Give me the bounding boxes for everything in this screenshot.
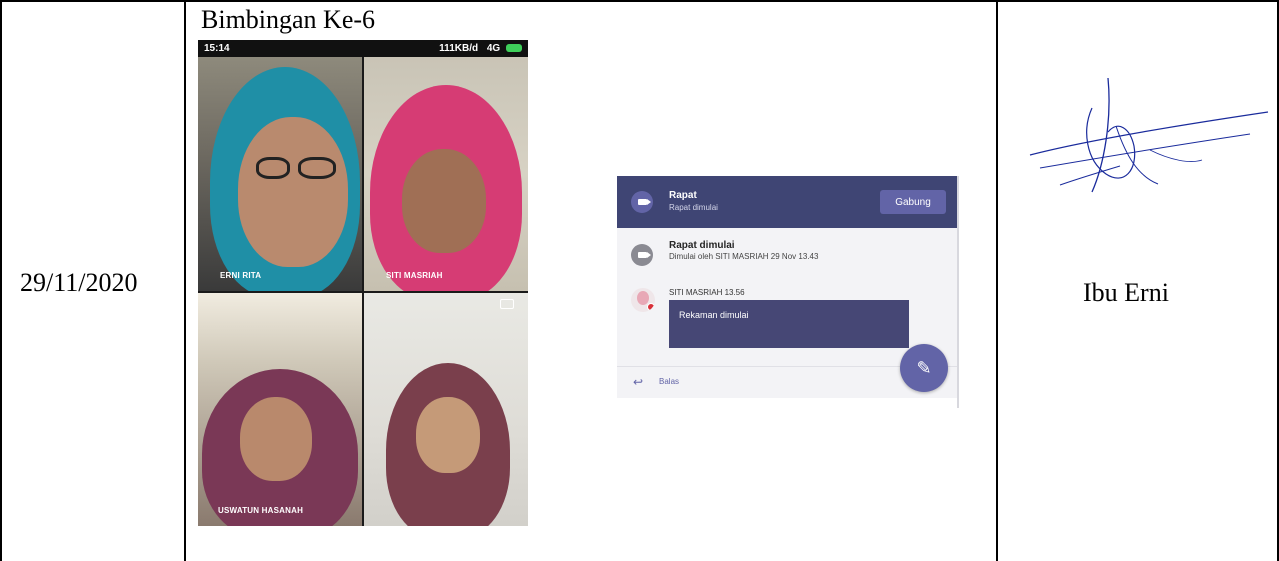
- compose-button[interactable]: ✎: [900, 344, 948, 392]
- participant-name-2: SITI MASRIAH: [386, 271, 443, 280]
- face-shape: [240, 397, 312, 481]
- signature-stroke: [1149, 149, 1203, 162]
- bottom-strip: [617, 398, 957, 408]
- participant-tile-3: USWATUN HASANAH: [198, 293, 362, 526]
- signature-stroke: [1029, 111, 1269, 156]
- screen-share-icon[interactable]: [500, 299, 514, 309]
- message-bubble: Rekaman dimulai: [669, 300, 909, 348]
- face-shape: [238, 117, 348, 267]
- signature-stroke: [1086, 107, 1136, 179]
- participant-tile-4: [364, 293, 528, 526]
- status-time: 15:14: [204, 43, 230, 54]
- message-text: Rekaman dimulai: [679, 310, 749, 320]
- edit-icon: ✎: [916, 357, 932, 378]
- phone-status-bar: 15:14 111KB/d 4G: [198, 40, 528, 57]
- avatar[interactable]: [631, 288, 655, 312]
- status-dot-icon: [647, 303, 655, 311]
- meeting-event-icon: [631, 244, 653, 266]
- participant-name-3: USWATUN HASANAH: [218, 506, 304, 515]
- signer-name: Ibu Erni: [1083, 278, 1169, 307]
- glasses-left: [256, 157, 290, 179]
- signature-stroke: [1039, 133, 1251, 169]
- reply-arrow-icon: ↩: [633, 375, 644, 389]
- face-shape: [416, 397, 480, 473]
- status-indicators: 111KB/d 4G: [439, 43, 522, 54]
- table-top-border: [0, 0, 1279, 2]
- join-button[interactable]: Gabung: [880, 190, 946, 214]
- participant-name-1: ERNI RITA: [220, 271, 262, 280]
- video-camera-icon: [631, 191, 653, 213]
- table-left-border: [0, 0, 2, 561]
- network-type: 4G: [486, 43, 501, 54]
- handwritten-signature: [1029, 77, 1269, 193]
- session-title: Bimbingan Ke-6: [201, 5, 376, 34]
- glasses-right: [298, 157, 336, 179]
- meeting-title: Rapat: [669, 190, 697, 201]
- meeting-subtitle: Rapat dimulai: [669, 203, 718, 212]
- message-author: SITI MASRIAH 13.56: [669, 288, 745, 297]
- data-rate: 111KB/d: [439, 43, 479, 54]
- participant-tile-1: ERNI RITA: [198, 57, 362, 291]
- battery-icon: [506, 44, 522, 53]
- video-call-screenshot: 15:14 111KB/d 4G ERNI RITA SITI MASRIAH …: [198, 40, 528, 526]
- teams-meeting-screenshot: Rapat Rapat dimulai Gabung Rapat dimulai…: [617, 176, 959, 408]
- reply-label: Balas: [659, 377, 680, 386]
- event-meta: Dimulai oleh SITI MASRIAH 29 Nov 13.43: [669, 252, 819, 261]
- face-shape: [402, 149, 486, 253]
- date-cell: 29/11/2020: [20, 268, 138, 297]
- participant-tile-2: SITI MASRIAH: [364, 57, 528, 291]
- signature-stroke: [1115, 125, 1159, 185]
- column-divider-1: [184, 0, 186, 561]
- meeting-header: Rapat Rapat dimulai Gabung: [617, 176, 957, 228]
- column-divider-2: [996, 0, 998, 561]
- event-title: Rapat dimulai: [669, 240, 735, 251]
- signature-stroke: [1059, 165, 1121, 186]
